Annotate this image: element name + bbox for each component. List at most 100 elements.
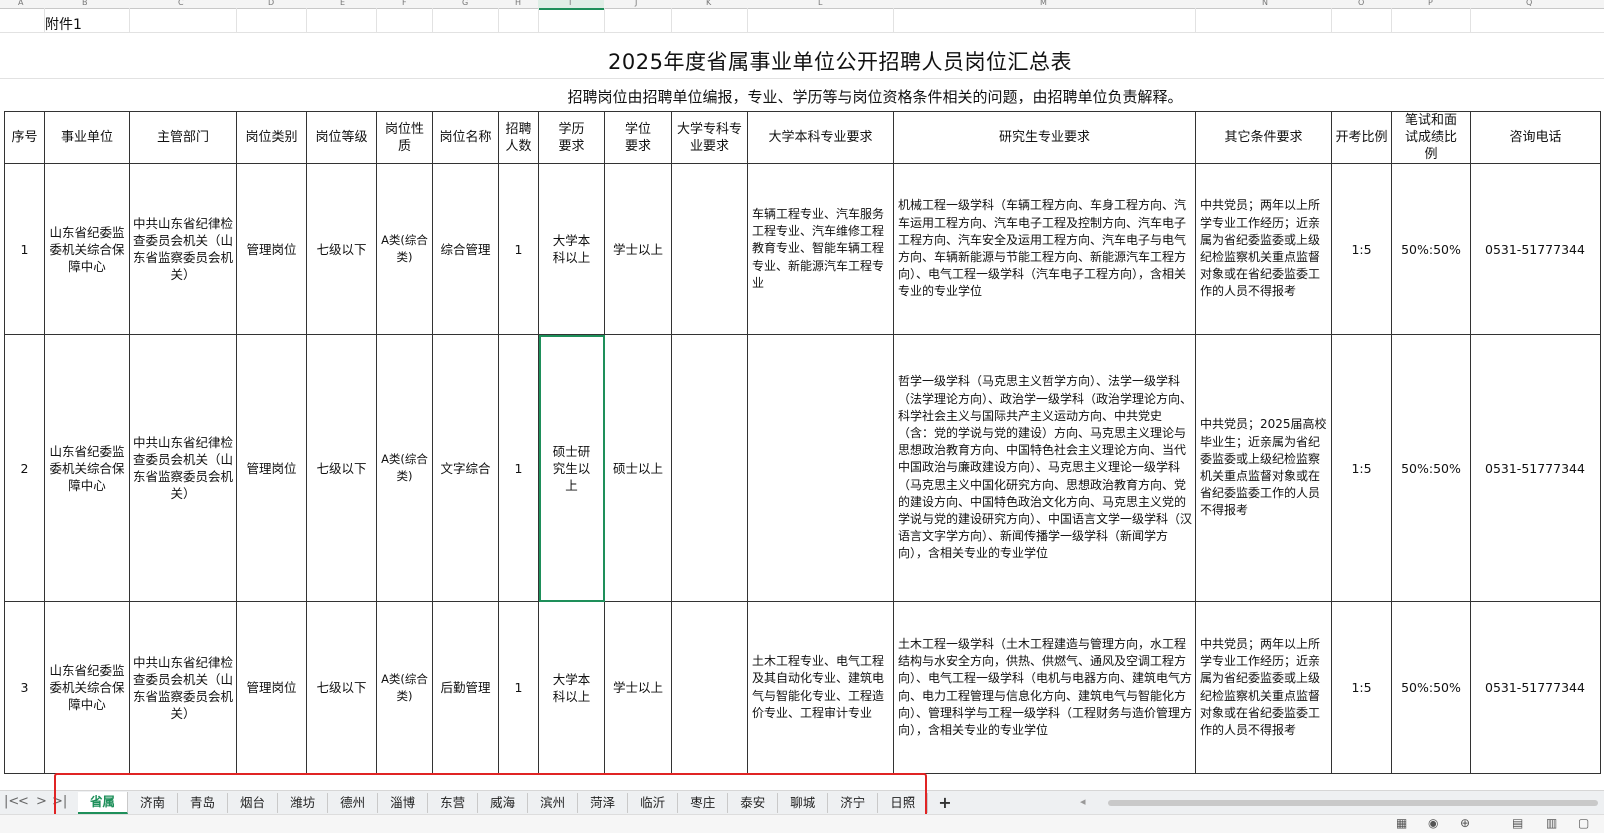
cell-bachelor-major[interactable]: 土木工程专业、电气工程及其自动化专业、建筑电气与智能化专业、工程造价专业、工程审… [747,601,894,774]
sheet-tab-zaozhuang[interactable]: 枣庄 [678,792,729,813]
header-exam-ratio[interactable]: 笔试和面试成绩比例 [1391,111,1471,164]
cell-ratio[interactable]: 1:5 [1331,601,1392,774]
format-icon[interactable]: ⊕ [1460,816,1470,830]
cell-unit[interactable]: 山东省纪委监委机关综合保障中心 [44,163,130,335]
cell-college-major[interactable] [671,163,748,335]
cell-degree[interactable]: 学士以上 [604,163,672,335]
sheet-subtitle[interactable]: 招聘岗位由招聘单位编报，专业、学历等与岗位资格条件相关的问题，由招聘单位负责解释… [450,86,1300,107]
cell-exam-ratio[interactable]: 50%:50% [1391,601,1471,774]
col-letter[interactable]: P [1428,0,1433,7]
cell-other[interactable]: 中共党员；两年以上所学专业工作经历；近亲属为省纪委监委或上级纪检监察机关重点监督… [1195,601,1332,774]
page-layout-icon[interactable]: ▥ [1546,816,1557,830]
header-post-nature[interactable]: 岗位性质 [376,111,433,164]
sheet-tab-rizhao[interactable]: 日照 [878,792,929,813]
first-sheet-icon[interactable]: |< [4,794,19,809]
sheet-tab-linyi[interactable]: 临沂 [628,792,679,813]
sheet-tab-zibo[interactable]: 淄博 [378,792,429,813]
cell-post-nature[interactable]: A类(综合类) [376,163,433,335]
cell-college-major[interactable] [671,601,748,774]
cell-degree[interactable]: 硕士以上 [604,334,672,602]
attachment-label-cell[interactable]: 附件1 [45,14,82,34]
cell-grad-major[interactable]: 土木工程一级学科（土木工程建造与管理方向，水工程结构与水安全方向，供热、供燃气、… [893,601,1196,774]
cell-exam-ratio[interactable]: 50%:50% [1391,334,1471,602]
prev-sheet-icon[interactable]: < [18,794,29,809]
header-other[interactable]: 其它条件要求 [1195,111,1332,164]
cell-post-name[interactable]: 综合管理 [432,163,499,335]
add-sheet-button[interactable]: + [928,793,961,812]
cell-unit[interactable]: 山东省纪委监委机关综合保障中心 [44,334,130,602]
cell-post-name[interactable]: 后勤管理 [432,601,499,774]
page-break-icon[interactable]: ▢ [1578,816,1589,830]
col-letter[interactable]: H [515,0,521,7]
sheet-tab-jining[interactable]: 济宁 [828,792,879,813]
sheet-tab-binzhou[interactable]: 滨州 [528,792,579,813]
header-phone[interactable]: 咨询电话 [1470,111,1601,164]
col-letter[interactable]: E [340,0,345,7]
cell-dept[interactable]: 中共山东省纪律检查委员会机关（山东省监察委员会机关） [129,334,237,602]
sheet-tab-weifang[interactable]: 潍坊 [278,792,329,813]
col-letter[interactable]: Q [1526,0,1532,7]
col-letter[interactable]: A [18,0,23,7]
header-seq[interactable]: 序号 [4,111,45,164]
cell-post-level[interactable]: 七级以下 [306,334,377,602]
cell-college-major[interactable] [671,334,748,602]
header-dept[interactable]: 主管部门 [129,111,237,164]
cell-bachelor-major[interactable]: 车辆工程专业、汽车服务工程专业、汽车维修工程教育专业、智能车辆工程专业、新能源汽… [747,163,894,335]
cell-ratio[interactable]: 1:5 [1331,334,1392,602]
cell-other[interactable]: 中共党员；两年以上所学专业工作经历；近亲属为省纪委监委或上级纪检监察机关重点监督… [1195,163,1332,335]
cell-seq[interactable]: 2 [4,334,45,602]
cell-phone[interactable]: 0531-51777344 [1470,334,1601,602]
header-unit[interactable]: 事业单位 [44,111,130,164]
cell-seq[interactable]: 3 [4,601,45,774]
cell-ratio[interactable]: 1:5 [1331,163,1392,335]
cell-bachelor-major[interactable] [747,334,894,602]
col-letter[interactable]: O [1358,0,1364,7]
scroll-left-icon[interactable]: ◂ [1080,795,1086,808]
cell-degree[interactable]: 学士以上 [604,601,672,774]
cell-grad-major[interactable]: 哲学一级学科（马克思主义哲学方向）、法学一级学科（法学理论方向）、政治学一级学科… [893,334,1196,602]
last-sheet-icon[interactable]: >| [52,794,67,809]
cell-count[interactable]: 1 [498,601,539,774]
eye-icon[interactable]: ◉ [1428,816,1438,830]
cell-education-selected[interactable]: 硕士研究生以上 [538,334,605,602]
cell-other[interactable]: 中共党员；2025届高校毕业生；近亲属为省纪委监委或上级纪检监察机关重点监督对象… [1195,334,1332,602]
cell-dept[interactable]: 中共山东省纪律检查委员会机关（山东省监察委员会机关） [129,601,237,774]
sheet-tab-weihai[interactable]: 威海 [478,792,529,813]
cell-post-level[interactable]: 七级以下 [306,163,377,335]
cell-post-nature[interactable]: A类(综合类) [376,334,433,602]
header-post-type[interactable]: 岗位类别 [236,111,307,164]
cell-dept[interactable]: 中共山东省纪律检查委员会机关（山东省监察委员会机关） [129,163,237,335]
col-letter[interactable]: C [178,0,184,7]
next-sheet-icon[interactable]: > [36,794,47,809]
sheet-tab-yantai[interactable]: 烟台 [228,792,279,813]
cell-phone[interactable]: 0531-51777344 [1470,163,1601,335]
header-degree[interactable]: 学位要求 [604,111,672,164]
sheet-title[interactable]: 2025年度省属事业单位公开招聘人员岗位汇总表 [560,46,1120,76]
sheet-tab-heze[interactable]: 菏泽 [578,792,629,813]
cell-exam-ratio[interactable]: 50%:50% [1391,163,1471,335]
cell-grad-major[interactable]: 机械工程一级学科（车辆工程方向、车身工程方向、汽车运用工程方向、汽车电子工程及控… [893,163,1196,335]
header-education[interactable]: 学历要求 [538,111,605,164]
cell-post-type[interactable]: 管理岗位 [236,334,307,602]
col-letter[interactable]: M [1040,0,1047,7]
sheet-tab-dezhou[interactable]: 德州 [328,792,379,813]
col-letter[interactable]: F [402,0,407,7]
column-header-bar[interactable]: A B C D E F G H I J K L M N O P Q [0,0,1604,10]
cell-education[interactable]: 大学本科以上 [538,163,605,335]
cell-phone[interactable]: 0531-51777344 [1470,601,1601,774]
sheet-tab-jinan[interactable]: 济南 [128,792,179,813]
spreadsheet-area[interactable]: A B C D E F G H I J K L M N O P Q 附件1 20… [0,0,1604,790]
cell-seq[interactable]: 1 [4,163,45,335]
header-post-level[interactable]: 岗位等级 [306,111,377,164]
header-post-name[interactable]: 岗位名称 [432,111,499,164]
col-letter[interactable]: J [635,0,637,7]
header-count[interactable]: 招聘人数 [498,111,539,164]
col-letter[interactable]: K [706,0,711,7]
cell-count[interactable]: 1 [498,163,539,335]
horizontal-scrollbar[interactable] [1108,800,1598,806]
col-letter[interactable]: B [82,0,88,7]
col-letter[interactable]: G [462,0,468,7]
cell-post-name[interactable]: 文字综合 [432,334,499,602]
cell-post-level[interactable]: 七级以下 [306,601,377,774]
cell-post-type[interactable]: 管理岗位 [236,601,307,774]
